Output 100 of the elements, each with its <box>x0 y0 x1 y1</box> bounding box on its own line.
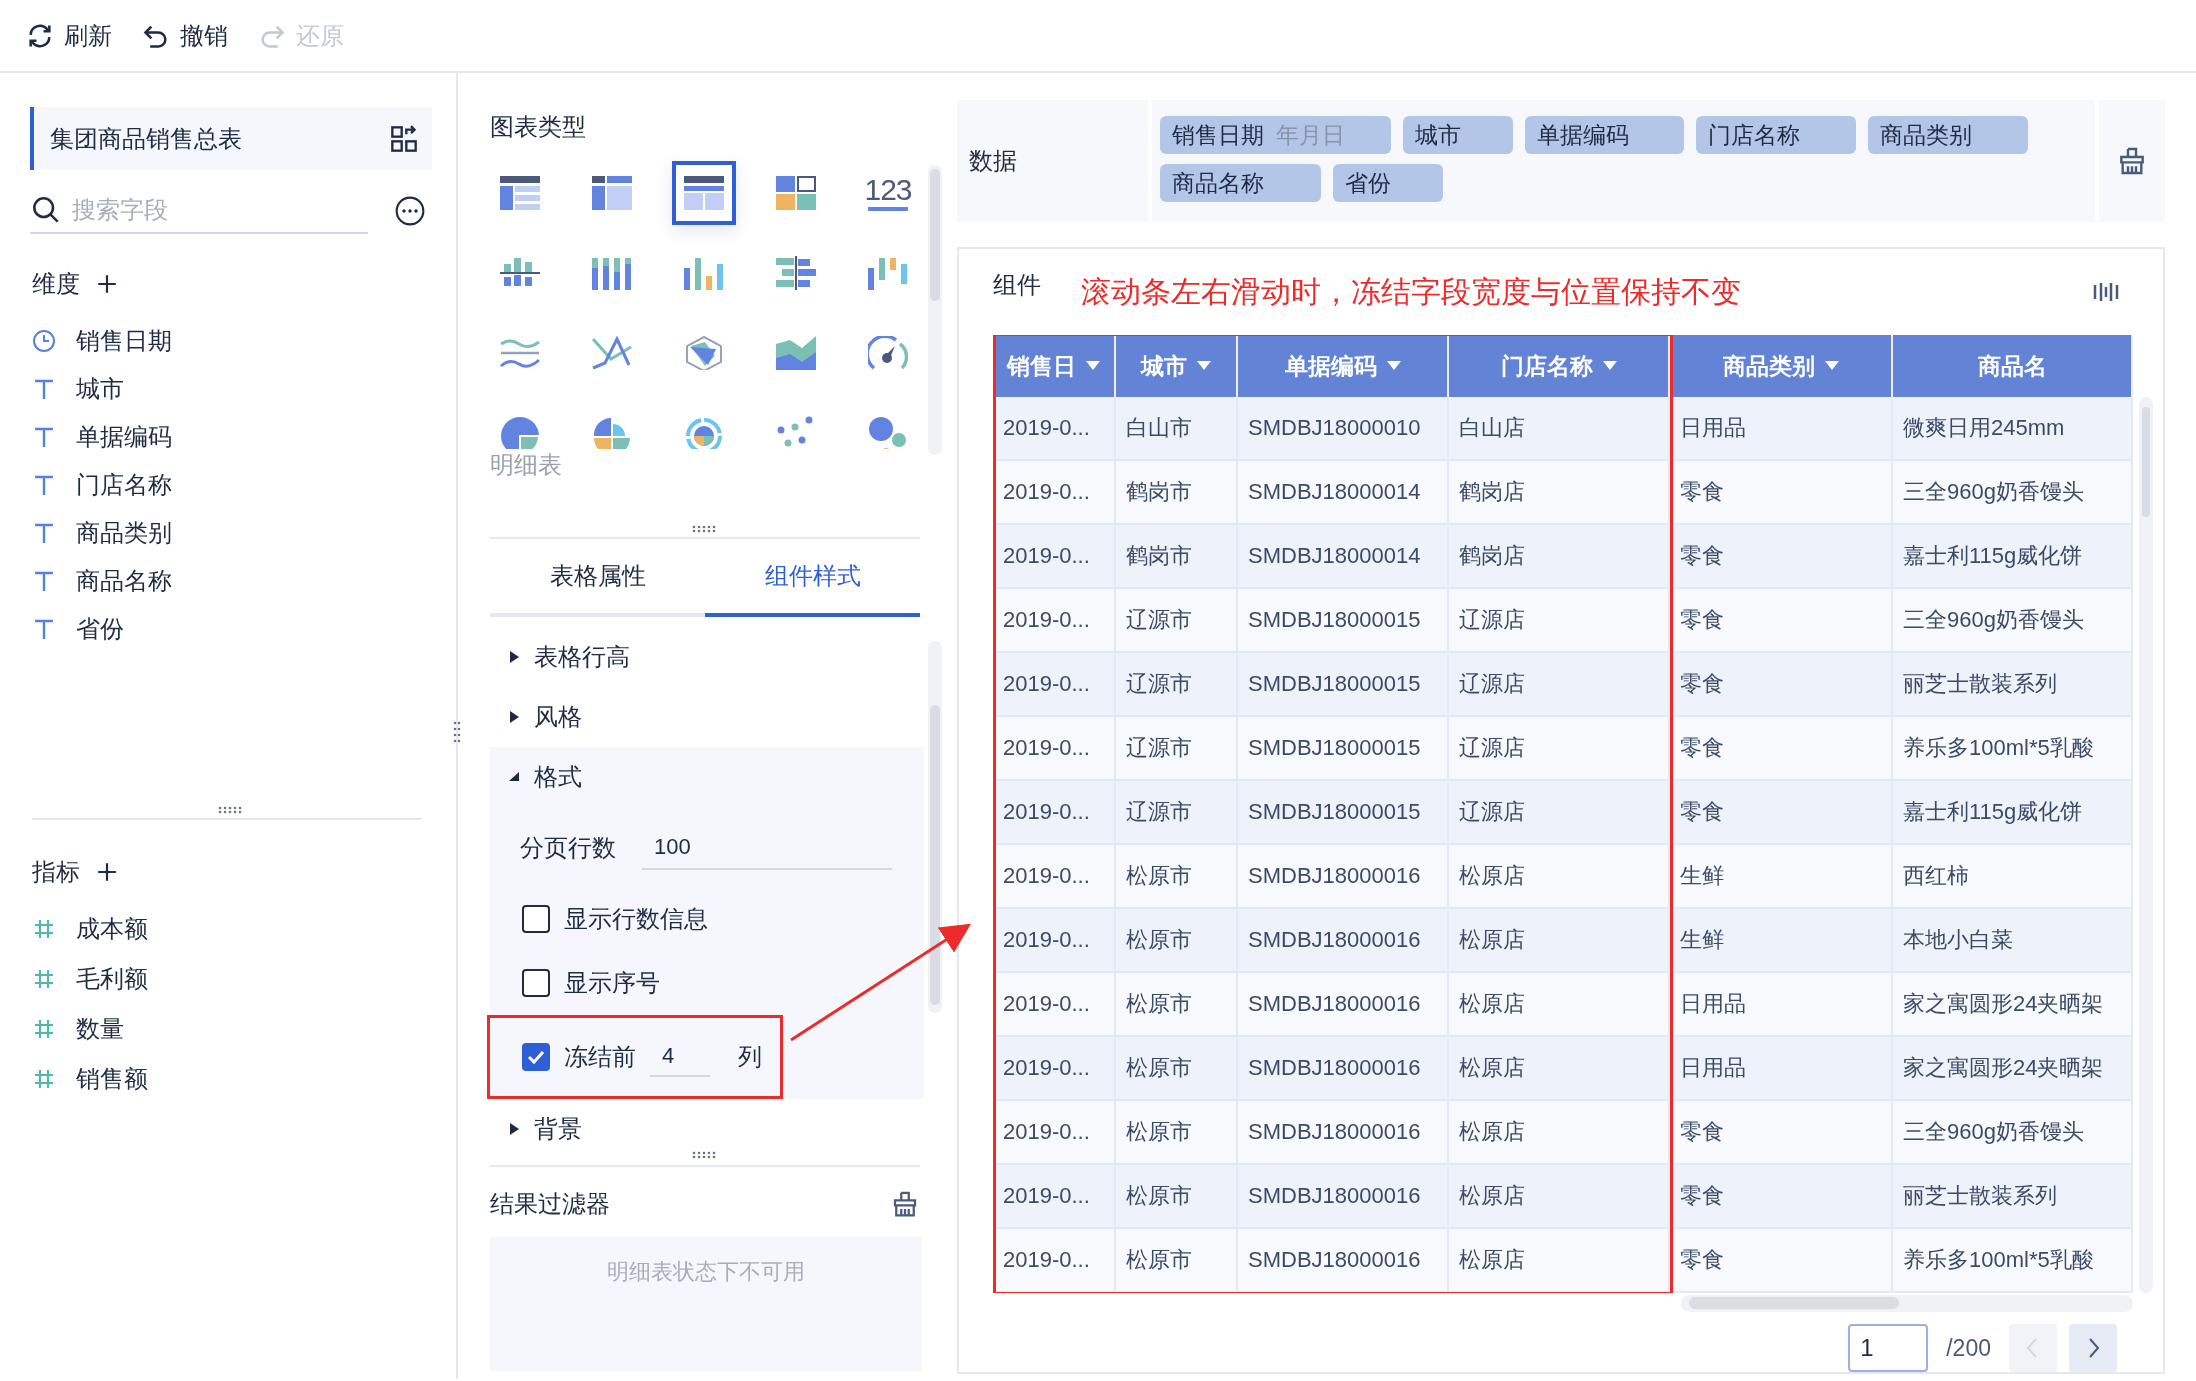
field-item[interactable]: 省份 <box>76 611 124 647</box>
disabled-message: 明细表状态下不可用 <box>607 1258 805 1286</box>
sunburst-chart-icon <box>684 416 724 449</box>
checkbox-label[interactable]: 显示行数信息 <box>564 901 708 937</box>
hash-icon <box>32 1017 56 1041</box>
chart-type-button[interactable]: 123 <box>856 161 920 225</box>
hash-icon <box>32 917 56 941</box>
add-icon <box>96 273 118 295</box>
unit-label: 列 <box>738 1042 762 1072</box>
waterfall-chart-icon <box>868 256 908 290</box>
bar-code-icon <box>2093 280 2119 303</box>
field-item[interactable]: 销售额 <box>76 1061 148 1097</box>
page-rows-input[interactable]: 100 <box>642 826 892 870</box>
scrollbar[interactable] <box>928 165 942 455</box>
checkbox-label[interactable]: 冻结前 <box>564 1039 636 1075</box>
granularity-label: 年月日 <box>1276 120 1345 150</box>
hash-icon <box>32 1067 56 1091</box>
checkbox[interactable] <box>522 969 550 997</box>
cross-table-icon <box>592 176 632 210</box>
field-item[interactable]: 城市 <box>76 371 124 407</box>
search-icon <box>32 196 60 224</box>
section-header[interactable]: 表格行高 <box>490 627 924 687</box>
drag-handle-icon <box>218 806 244 814</box>
hash-icon <box>32 967 56 991</box>
grouped-table-icon <box>500 176 540 210</box>
checkbox[interactable] <box>522 1043 550 1071</box>
scrollbar[interactable] <box>1681 1294 2133 1312</box>
checkbox[interactable] <box>522 905 550 933</box>
table-cell: 松原市 <box>1116 1228 1238 1293</box>
text-type-icon <box>32 473 56 497</box>
field-chip[interactable]: 销售日期 年月日 <box>1160 116 1391 154</box>
radar-chart-icon <box>684 336 724 370</box>
page-button[interactable] <box>2069 1324 2117 1372</box>
line-chart-icon <box>592 336 632 370</box>
field-item[interactable]: 门店名称 <box>76 467 172 503</box>
field-chip-label: 门店名称 <box>1708 120 1800 150</box>
toolbar-button[interactable]: 撤销 <box>142 17 228 54</box>
area-chart-icon <box>776 336 816 370</box>
section-title: 结果过滤器 <box>490 1189 610 1219</box>
text-type-icon <box>32 521 56 545</box>
field-chip-label: 城市 <box>1415 120 1461 150</box>
section-header[interactable]: 背景 <box>490 1099 924 1159</box>
more-icon <box>394 195 426 227</box>
field-chip[interactable]: 门店名称 <box>1696 116 1856 154</box>
field-item[interactable]: 毛利额 <box>76 961 148 997</box>
page-input[interactable]: 1 <box>1848 1324 1929 1372</box>
scrollbar[interactable] <box>2139 396 2153 1293</box>
search-field[interactable]: 搜索字段 <box>72 192 352 228</box>
collapse-triangle-icon <box>508 771 520 783</box>
field-item[interactable]: 销售日期 <box>76 323 172 359</box>
field-item[interactable]: 商品类别 <box>76 515 172 551</box>
table-cell: SMDBJ18000016 <box>1238 1228 1449 1293</box>
section-header[interactable]: 风格 <box>490 687 924 747</box>
field-item[interactable]: 商品名称 <box>76 563 172 599</box>
clock-icon <box>32 329 56 353</box>
expand-triangle-icon <box>508 1123 520 1135</box>
chart-type-button[interactable] <box>672 161 736 225</box>
swap-icon <box>390 124 418 153</box>
text-type-icon <box>32 617 56 641</box>
field-item[interactable]: 数量 <box>76 1011 124 1047</box>
table-name: 集团商品销售总表 <box>50 123 242 154</box>
detail-table-icon <box>684 176 724 210</box>
field-chip[interactable]: 单据编码 <box>1525 116 1684 154</box>
chart-type-hint: 明细表 <box>490 450 563 480</box>
table-cell: 松原店 <box>1449 1228 1670 1293</box>
tile-grid-icon <box>776 176 816 210</box>
tab[interactable]: 表格属性 <box>490 539 705 617</box>
field-chip[interactable]: 城市 <box>1403 116 1513 154</box>
rose-chart-icon <box>592 416 632 449</box>
freeze-count-input[interactable]: 4 <box>650 1037 710 1077</box>
field-chip[interactable]: 商品类别 <box>1868 116 2028 154</box>
section-header[interactable]: 格式 <box>490 747 924 807</box>
field-chip[interactable]: 省份 <box>1333 164 1443 202</box>
scrollbar[interactable] <box>928 641 942 1013</box>
bubble-chart-icon <box>868 416 908 449</box>
splitter-handle-icon <box>453 721 461 745</box>
field-label: 分页行数 <box>520 833 616 863</box>
column-chart-icon <box>684 256 724 290</box>
text-type-icon <box>32 425 56 449</box>
field-item[interactable]: 成本额 <box>76 911 148 947</box>
field-chip-label: 省份 <box>1345 168 1391 198</box>
gauge-icon <box>868 336 908 370</box>
add-icon <box>96 861 118 883</box>
section-title: 维度 <box>32 269 80 299</box>
field-chip-label: 单据编码 <box>1537 120 1629 150</box>
pie-chart-icon <box>500 416 540 449</box>
expand-triangle-icon <box>508 651 520 663</box>
tab[interactable]: 组件样式 <box>705 539 920 617</box>
section-title: 图表类型 <box>490 112 587 142</box>
toolbar-button[interactable]: 刷新 <box>26 17 112 54</box>
component-label: 组件 <box>993 269 1041 300</box>
table-cell: 养乐多100ml*5乳酸 <box>1893 1228 2133 1293</box>
field-item[interactable]: 单据编码 <box>76 419 172 455</box>
range-line-icon <box>500 336 540 370</box>
field-chip[interactable]: 商品名称 <box>1160 164 1321 202</box>
text-type-icon <box>32 569 56 593</box>
stacked-column-icon <box>592 256 632 290</box>
checkbox-label[interactable]: 显示序号 <box>564 965 660 1001</box>
expand-triangle-icon <box>508 711 520 723</box>
table-cell: 2019-0... <box>993 1228 1116 1293</box>
